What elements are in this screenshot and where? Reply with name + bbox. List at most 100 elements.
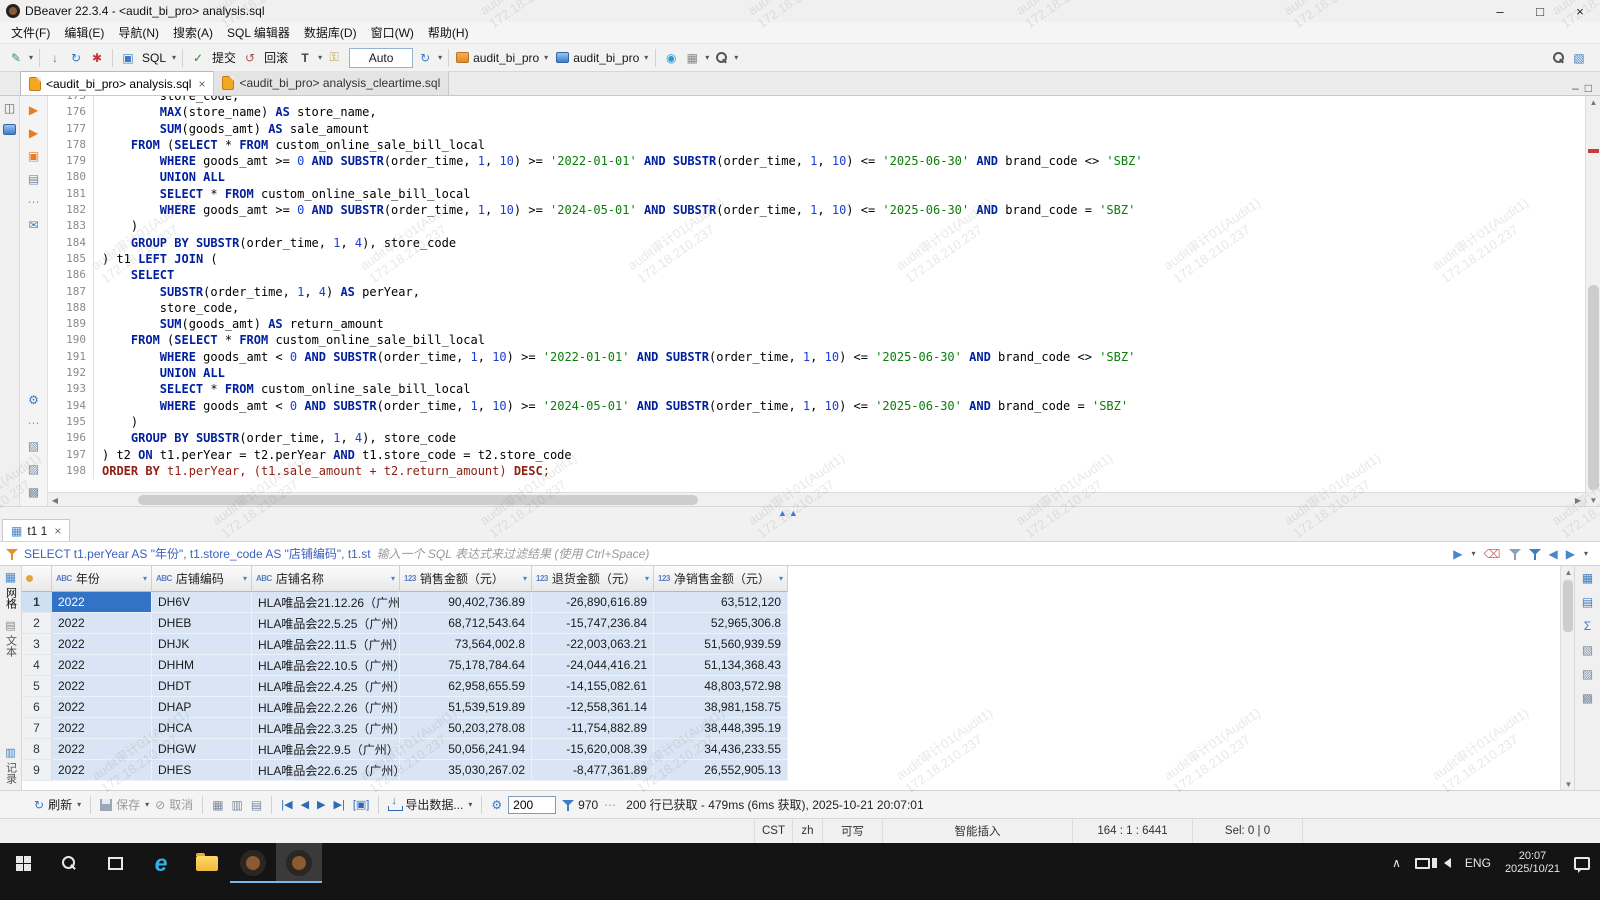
editor-results-sash[interactable]: ▲▲ <box>0 506 1600 520</box>
scroll-up-icon[interactable]: ▲ <box>1561 566 1576 578</box>
grid-cell[interactable]: -12,558,361.14 <box>532 697 654 718</box>
refresh-button[interactable]: ↻ 刷新 ▾ <box>34 796 81 813</box>
grid-cell[interactable]: HLA唯品会22.5.25（广州） <box>252 613 400 634</box>
code-text[interactable]: GROUP BY SUBSTR(order_time, 1, 4), store… <box>94 430 456 446</box>
row-number[interactable]: 3 <box>22 634 52 655</box>
rollback-icon[interactable]: ↺ <box>241 49 259 67</box>
code-line-184[interactable]: 184 GROUP BY SUBSTR(order_time, 1, 4), s… <box>48 234 1585 251</box>
filter-input[interactable]: 输入一个 SQL 表达式来过滤结果 (使用 Ctrl+Space) <box>377 545 1448 562</box>
grid-vscrollbar[interactable]: ▲ ▼ <box>1560 566 1574 790</box>
code-line-183[interactable]: 183 ) <box>48 218 1585 235</box>
taskbar-clock[interactable]: 20:07 2025/10/21 <box>1505 850 1560 876</box>
er-diagram-icon[interactable]: ▦ <box>683 49 701 67</box>
code-line-185[interactable]: 185) t1 LEFT JOIN ( <box>48 250 1585 268</box>
code-line-175[interactable]: 175 store_code, <box>48 96 1585 105</box>
menu-item-5[interactable]: 数据库(D) <box>297 22 364 43</box>
panel-chart-icon[interactable]: ▩ <box>1580 690 1596 706</box>
code-text[interactable]: store_code, <box>94 300 239 316</box>
row-number[interactable]: 6 <box>22 697 52 718</box>
abort-icon[interactable]: ✱ <box>88 49 106 67</box>
editor-vscrollbar[interactable]: ▲ ▼ <box>1585 96 1600 506</box>
history-forward-icon[interactable]: ▶ <box>1566 547 1575 561</box>
execute-script-icon[interactable]: ▶ <box>26 125 42 141</box>
menu-item-6[interactable]: 窗口(W) <box>364 22 421 43</box>
code-text[interactable]: ORDER BY t1.perYear, (t1.sale_amount + t… <box>94 463 550 479</box>
grid-cell[interactable]: 50,056,241.94 <box>400 739 532 760</box>
close-button[interactable]: × <box>1560 0 1600 22</box>
duplicate-row-icon[interactable]: ▥ <box>232 798 243 812</box>
code-text[interactable]: WHERE goods_amt >= 0 AND SUBSTR(order_ti… <box>94 153 1143 169</box>
grid-cell[interactable]: HLA唯品会22.11.5（广州） <box>252 634 400 655</box>
grid-vscroll-thumb[interactable] <box>1563 580 1573 632</box>
first-row-icon[interactable]: |◀ <box>281 798 292 811</box>
tab-analysis-sql[interactable]: <audit_bi_pro> analysis.sql × <box>20 71 215 95</box>
dbeaver-taskbar-icon-2[interactable] <box>276 843 322 883</box>
column-header-5[interactable]: 123 净销售金额（元） ▾ <box>654 566 788 592</box>
code-text[interactable]: UNION ALL <box>94 169 225 185</box>
file-explorer-icon[interactable] <box>184 843 230 883</box>
panel-references-icon[interactable]: ▧ <box>1580 642 1596 658</box>
chevron-down-icon[interactable]: ▾ <box>734 53 738 62</box>
chevron-down-icon[interactable]: ▾ <box>1472 549 1476 558</box>
panel-metadata-icon[interactable]: ▤ <box>1580 594 1596 610</box>
grid-cell[interactable]: 73,564,002.8 <box>400 634 532 655</box>
chevron-down-icon[interactable]: ▾ <box>645 574 649 583</box>
grid-cell[interactable]: DHAP <box>152 697 252 718</box>
close-icon[interactable]: × <box>54 524 61 538</box>
rollback-button[interactable]: 回滚 <box>264 49 288 66</box>
grid-cell[interactable]: HLA唯品会22.4.25（广州） <box>252 676 400 697</box>
grid-cell[interactable]: 2022 <box>52 718 152 739</box>
history-back-icon[interactable]: ◀ <box>1549 547 1558 561</box>
transaction-mode-icon[interactable]: T <box>296 49 314 67</box>
menu-item-0[interactable]: 文件(F) <box>4 22 57 43</box>
code-text[interactable]: ) t2 ON t1.perYear = t2.perYear AND t1.s… <box>94 447 572 463</box>
sql-editor-icon[interactable]: ▣ <box>119 49 137 67</box>
row-number[interactable]: 8 <box>22 739 52 760</box>
tab-analysis-cleartime-sql[interactable]: <audit_bi_pro> analysis_cleartime.sql <box>214 71 450 95</box>
grid-cell[interactable]: 38,448,395.19 <box>654 718 788 739</box>
perspective-icon[interactable]: ▧ <box>1570 49 1588 67</box>
code-text[interactable]: SELECT * FROM custom_online_sale_bill_lo… <box>94 186 471 202</box>
schema-selector[interactable]: audit_bi_pro ▾ <box>552 50 652 66</box>
code-line-198[interactable]: 198 ORDER BY t1.perYear, (t1.sale_amount … <box>48 462 1585 480</box>
grid-cell[interactable]: 26,552,905.13 <box>654 760 788 781</box>
scroll-right-icon[interactable]: ▶ <box>1571 493 1585 506</box>
code-text[interactable]: SELECT <box>94 267 174 283</box>
grid-cell[interactable]: 2022 <box>52 655 152 676</box>
code-text[interactable]: MAX(store_name) AS store_name, <box>94 104 377 120</box>
cancel-button[interactable]: ⊘ 取消 <box>155 796 193 813</box>
tray-chevron-icon[interactable]: ∧ <box>1392 856 1401 870</box>
code-line-193[interactable]: 193 SELECT * FROM custom_online_sale_bil… <box>48 381 1585 398</box>
clear-filter-icon[interactable]: ⌫ <box>1484 547 1501 561</box>
grid-cell[interactable]: -8,477,361.89 <box>532 760 654 781</box>
code-text[interactable]: SELECT * FROM custom_online_sale_bill_lo… <box>94 381 471 397</box>
grid-cell[interactable]: 2022 <box>52 739 152 760</box>
grid-cell[interactable]: 2022 <box>52 613 152 634</box>
row-number[interactable]: 4 <box>22 655 52 676</box>
row-number[interactable]: 9 <box>22 760 52 781</box>
menu-item-2[interactable]: 导航(N) <box>111 22 166 43</box>
chevron-down-icon[interactable]: ▾ <box>29 53 33 62</box>
grid-cell[interactable]: HLA唯品会22.9.5（广州） <box>252 739 400 760</box>
prev-row-icon[interactable]: ◀ <box>301 798 309 811</box>
code-line-190[interactable]: 190 FROM (SELECT * FROM custom_online_sa… <box>48 332 1585 349</box>
restore-view-icon[interactable]: ◫ <box>2 100 18 116</box>
code-line-192[interactable]: 192 UNION ALL <box>48 365 1585 382</box>
grid-cell[interactable]: -15,620,008.39 <box>532 739 654 760</box>
grid-cell[interactable]: 62,958,655.59 <box>400 676 532 697</box>
code-line-197[interactable]: 197) t2 ON t1.perYear = t2.perYear AND t… <box>48 446 1585 463</box>
fetch-icon[interactable]: ↓ <box>46 49 64 67</box>
grid-cell[interactable]: 68,712,543.64 <box>400 613 532 634</box>
more-options-icon[interactable]: ⋯ <box>26 415 42 431</box>
code-line-195[interactable]: 195 ) <box>48 413 1585 431</box>
grid-cell[interactable]: 51,539,519.89 <box>400 697 532 718</box>
scroll-left-icon[interactable]: ◀ <box>48 493 62 506</box>
column-header-0[interactable]: ABC 年份 ▾ <box>52 566 152 592</box>
code-line-196[interactable]: 196 GROUP BY SUBSTR(order_time, 1, 4), s… <box>48 430 1585 447</box>
panel-aggregate-icon[interactable]: Σ <box>1580 618 1596 634</box>
chevron-down-icon[interactable]: ▾ <box>243 574 247 583</box>
code-line-188[interactable]: 188 store_code, <box>48 299 1585 317</box>
commit-button[interactable]: 提交 <box>212 49 236 66</box>
code-line-180[interactable]: 180 UNION ALL <box>48 169 1585 186</box>
code-area[interactable]: 175 store_code,176 MAX(store_name) AS st… <box>48 96 1585 492</box>
